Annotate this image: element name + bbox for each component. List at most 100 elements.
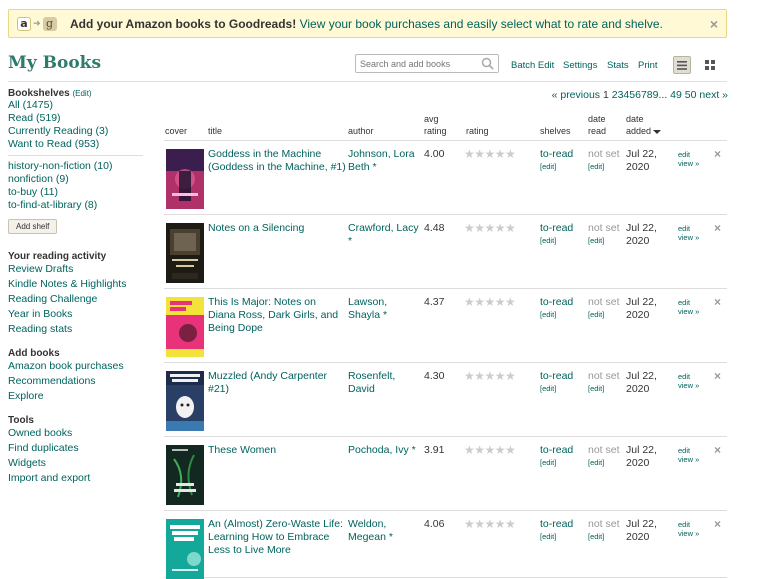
search-icon[interactable]	[481, 57, 494, 70]
edit-book-link[interactable]: edit	[678, 446, 699, 455]
date-read-edit-link[interactable]: [edit]	[588, 531, 620, 542]
recommendations-link[interactable]: Recommendations	[8, 374, 143, 389]
shelf-edit-link[interactable]: [edit]	[540, 383, 573, 394]
explore-link[interactable]: Explore	[8, 389, 143, 404]
shelf-history-non-fiction[interactable]: history-non-fiction (10)	[8, 160, 143, 173]
shelf-edit-link[interactable]: [edit]	[540, 235, 573, 246]
remove-book-icon[interactable]: ×	[714, 295, 721, 309]
kindle-notes-link[interactable]: Kindle Notes & Highlights	[8, 277, 143, 292]
shelf-currently-reading[interactable]: Currently Reading (3)	[8, 125, 143, 138]
date-read-edit-link[interactable]: [edit]	[588, 235, 620, 246]
import-export-link[interactable]: Import and export	[8, 471, 143, 486]
col-header-title[interactable]: title	[208, 125, 222, 137]
col-header-date-read[interactable]: date read	[588, 113, 606, 137]
shelf-link[interactable]: to-read	[540, 518, 573, 530]
shelf-link[interactable]: to-read	[540, 444, 573, 456]
star-rating-input[interactable]: ★★★★★	[464, 517, 516, 531]
shelf-link[interactable]: to-read	[540, 370, 573, 382]
date-read-edit-link[interactable]: [edit]	[588, 309, 620, 320]
book-cover[interactable]	[166, 149, 204, 209]
col-header-rating[interactable]: rating	[466, 125, 489, 137]
review-drafts-link[interactable]: Review Drafts	[8, 262, 143, 277]
col-header-avg-rating[interactable]: avg rating	[424, 113, 447, 137]
banner-close-icon[interactable]: ×	[710, 16, 718, 32]
banner-link-text[interactable]: View your book purchases and easily sele…	[296, 17, 663, 31]
reading-challenge-link[interactable]: Reading Challenge	[8, 292, 143, 307]
batch-edit-link[interactable]: Batch Edit	[511, 60, 554, 71]
page-50-link[interactable]: 50	[685, 89, 697, 101]
year-in-books-link[interactable]: Year in Books	[8, 307, 143, 322]
shelf-link[interactable]: to-read	[540, 222, 573, 234]
shelf-edit-link[interactable]: [edit]	[540, 161, 573, 172]
col-header-author[interactable]: author	[348, 125, 374, 137]
view-book-link[interactable]: view »	[678, 159, 699, 168]
star-rating-input[interactable]: ★★★★★	[464, 295, 516, 309]
book-cover[interactable]	[166, 297, 204, 357]
book-cover[interactable]	[166, 519, 204, 579]
edit-book-link[interactable]: edit	[678, 520, 699, 529]
book-cover[interactable]	[166, 445, 204, 505]
cover-view-button[interactable]	[701, 56, 719, 74]
bookshelves-edit-link[interactable]: (Edit)	[72, 89, 91, 98]
view-book-link[interactable]: view »	[678, 381, 699, 390]
star-rating-input[interactable]: ★★★★★	[464, 369, 516, 383]
book-author-link[interactable]: Crawford, Lacy *	[348, 222, 422, 248]
next-page-link[interactable]: next »	[699, 89, 728, 101]
page-49-link[interactable]: 49	[670, 89, 682, 101]
shelf-edit-link[interactable]: [edit]	[540, 309, 573, 320]
remove-book-icon[interactable]: ×	[714, 221, 721, 235]
book-author-link[interactable]: Pochoda, Ivy *	[348, 444, 422, 457]
book-author-link[interactable]: Weldon, Megean *	[348, 518, 422, 544]
edit-book-link[interactable]: edit	[678, 150, 699, 159]
book-title-link[interactable]: Notes on a Silencing	[208, 222, 346, 235]
col-header-date-added[interactable]: date added	[626, 113, 662, 137]
view-book-link[interactable]: view »	[678, 307, 699, 316]
shelf-nonfiction[interactable]: nonfiction (9)	[8, 173, 143, 186]
table-view-button[interactable]	[673, 56, 691, 74]
shelf-read[interactable]: Read (519)	[8, 112, 143, 125]
shelf-all[interactable]: All (1475)	[8, 99, 143, 112]
edit-book-link[interactable]: edit	[678, 372, 699, 381]
book-title-link[interactable]: An (Almost) Zero-Waste Life: Learning Ho…	[208, 518, 346, 557]
shelf-to-buy[interactable]: to-buy (11)	[8, 186, 143, 199]
shelf-link[interactable]: to-read	[540, 148, 573, 160]
date-read-edit-link[interactable]: [edit]	[588, 383, 620, 394]
view-book-link[interactable]: view »	[678, 233, 699, 242]
shelf-link[interactable]: to-read	[540, 296, 573, 308]
view-book-link[interactable]: view »	[678, 529, 699, 538]
settings-link[interactable]: Settings	[563, 60, 597, 71]
shelf-to-find-at-library[interactable]: to-find-at-library (8)	[8, 199, 143, 212]
widgets-link[interactable]: Widgets	[8, 456, 143, 471]
banner-message[interactable]: Add your Amazon books to Goodreads! View…	[70, 17, 663, 31]
edit-book-link[interactable]: edit	[678, 298, 699, 307]
book-author-link[interactable]: Lawson, Shayla *	[348, 296, 422, 322]
book-cover[interactable]	[166, 371, 204, 431]
book-cover[interactable]	[166, 223, 204, 283]
shelf-want-to-read[interactable]: Want to Read (953)	[8, 138, 143, 151]
owned-books-link[interactable]: Owned books	[8, 426, 143, 441]
star-rating-input[interactable]: ★★★★★	[464, 443, 516, 457]
edit-book-link[interactable]: edit	[678, 224, 699, 233]
col-header-shelves[interactable]: shelves	[540, 125, 571, 137]
search-input[interactable]	[356, 55, 476, 72]
stats-link[interactable]: Stats	[607, 60, 629, 71]
star-rating-input[interactable]: ★★★★★	[464, 221, 516, 235]
book-title-link[interactable]: These Women	[208, 444, 346, 457]
book-title-link[interactable]: This Is Major: Notes on Diana Ross, Dark…	[208, 296, 346, 335]
book-title-link[interactable]: Goddess in the Machine (Goddess in the M…	[208, 148, 346, 174]
find-duplicates-link[interactable]: Find duplicates	[8, 441, 143, 456]
reading-stats-link[interactable]: Reading stats	[8, 322, 143, 337]
book-title-link[interactable]: Muzzled (Andy Carpenter #21)	[208, 370, 346, 396]
view-book-link[interactable]: view »	[678, 455, 699, 464]
remove-book-icon[interactable]: ×	[714, 443, 721, 457]
remove-book-icon[interactable]: ×	[714, 369, 721, 383]
page-title[interactable]: My Books	[8, 53, 101, 73]
date-read-edit-link[interactable]: [edit]	[588, 457, 620, 468]
date-read-edit-link[interactable]: [edit]	[588, 161, 620, 172]
add-shelf-button[interactable]: Add shelf	[8, 219, 58, 234]
print-link[interactable]: Print	[638, 60, 658, 71]
remove-book-icon[interactable]: ×	[714, 517, 721, 531]
book-author-link[interactable]: Rosenfelt, David	[348, 370, 422, 396]
remove-book-icon[interactable]: ×	[714, 147, 721, 161]
book-author-link[interactable]: Johnson, Lora Beth *	[348, 148, 422, 174]
